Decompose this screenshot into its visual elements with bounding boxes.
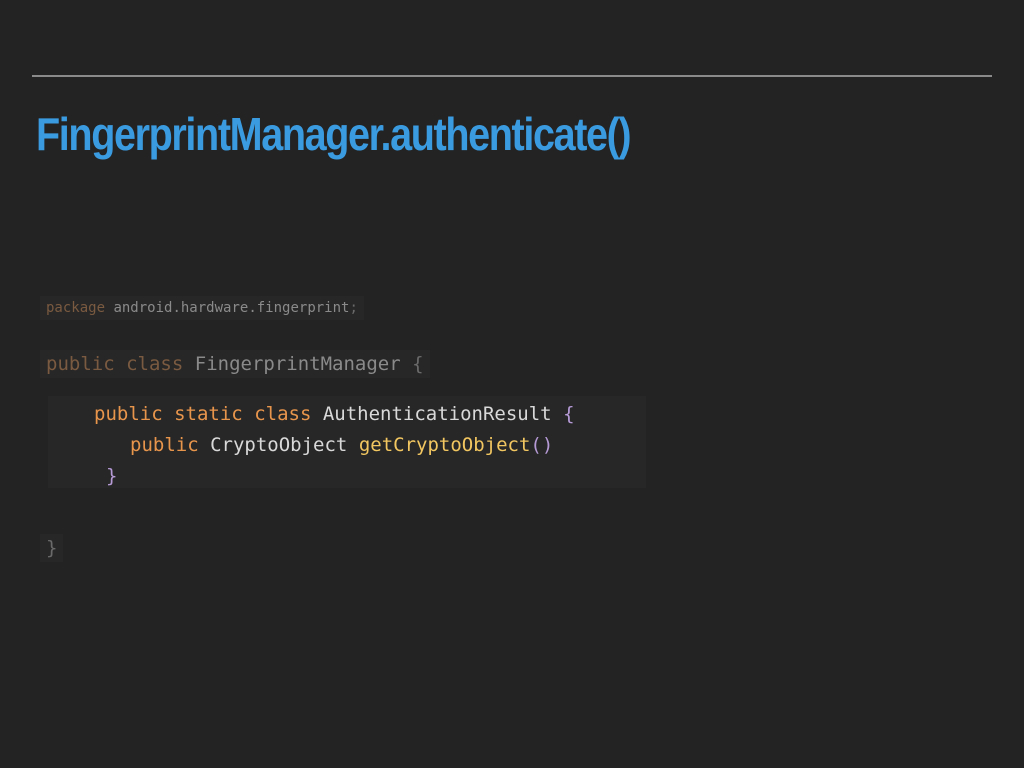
package-declaration: package android.hardware.fingerprint;: [40, 296, 364, 320]
public-keyword: public: [46, 353, 115, 375]
class-keyword: class: [126, 353, 184, 375]
class-close-brace: }: [40, 534, 64, 562]
public-keyword: public: [130, 434, 199, 456]
public-keyword: public: [94, 403, 163, 425]
static-keyword: static: [174, 403, 243, 425]
inner-class-declaration: public static class AuthenticationResult…: [88, 400, 581, 428]
method-declaration: public CryptoObject getCryptoObject(): [124, 431, 559, 459]
inner-class-close-brace: }: [100, 462, 123, 490]
method-name: getCryptoObject: [358, 434, 531, 456]
method-parens: (): [530, 434, 554, 456]
class-open-brace: {: [412, 353, 424, 375]
outer-close-brace: }: [46, 537, 58, 559]
inner-class-open-brace: {: [563, 403, 575, 425]
title-divider: [32, 75, 992, 77]
package-name: android.hardware.fingerprint: [113, 300, 350, 316]
class-name: FingerprintManager: [194, 353, 401, 375]
return-type: CryptoObject: [210, 434, 348, 456]
slide-title: FingerprintManager.authenticate(): [36, 108, 632, 160]
package-keyword: package: [46, 300, 106, 316]
class-keyword: class: [254, 403, 312, 425]
package-semicolon: ;: [349, 300, 358, 316]
inner-close-brace: }: [106, 465, 118, 487]
class-declaration: public class FingerprintManager {: [40, 350, 430, 378]
inner-class-name: AuthenticationResult: [322, 403, 552, 425]
